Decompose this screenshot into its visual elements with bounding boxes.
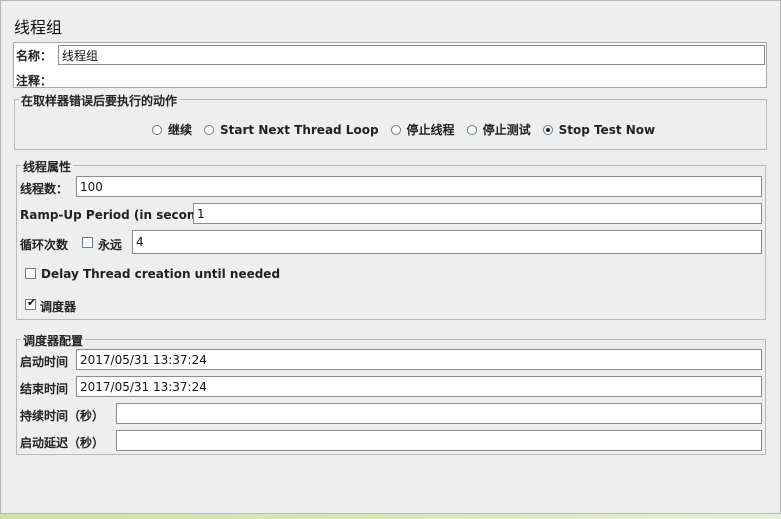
forever-checkbox[interactable] bbox=[82, 237, 93, 248]
radio-stop-test[interactable]: 停止测试 bbox=[466, 121, 531, 138]
start-time-input[interactable] bbox=[76, 349, 762, 370]
duration-label: 持续时间（秒） bbox=[20, 409, 105, 423]
radio-stop-test-now[interactable]: Stop Test Now bbox=[542, 123, 655, 137]
startup-delay-label: 启动延迟（秒） bbox=[20, 436, 105, 450]
scheduler-checkbox[interactable]: ✔ bbox=[25, 296, 37, 310]
comment-input[interactable] bbox=[58, 68, 765, 86]
radio-circle-selected bbox=[542, 124, 553, 135]
end-time-input[interactable] bbox=[76, 376, 762, 397]
page-title: 线程组 bbox=[14, 18, 63, 37]
scheduler-label: 调度器 bbox=[40, 300, 77, 314]
loop-count-input[interactable] bbox=[132, 230, 762, 254]
scheduler-config-legend: 调度器配置 bbox=[21, 332, 86, 349]
end-time-label: 结束时间 bbox=[20, 382, 69, 396]
radio-stop-thread[interactable]: 停止线程 bbox=[390, 121, 455, 138]
comment-label: 注释： bbox=[16, 74, 53, 88]
start-time-label: 启动时间 bbox=[20, 355, 69, 369]
radio-circle bbox=[152, 124, 162, 135]
checkmark-icon: ✔ bbox=[27, 296, 37, 309]
delay-thread-creation-checkbox[interactable] bbox=[25, 268, 36, 279]
radio-circle bbox=[204, 124, 215, 135]
delay-thread-creation-label: Delay Thread creation until needed bbox=[41, 267, 281, 281]
radio-circle bbox=[466, 124, 477, 135]
window-bottom-strip bbox=[0, 514, 781, 519]
duration-input[interactable] bbox=[116, 403, 762, 424]
error-action-options: 继续 Start Next Thread Loop 停止线程 停止测试 Stop… bbox=[152, 121, 667, 138]
startup-delay-input[interactable] bbox=[116, 430, 762, 451]
rampup-label: Ramp-Up Period (in seconds): bbox=[20, 208, 222, 222]
thread-properties-legend: 线程属性 bbox=[21, 158, 74, 175]
radio-start-next-thread-loop[interactable]: Start Next Thread Loop bbox=[204, 123, 379, 137]
name-input[interactable] bbox=[58, 45, 765, 65]
threads-input[interactable] bbox=[76, 176, 762, 197]
error-action-legend: 在取样器错误后要执行的动作 bbox=[19, 92, 180, 109]
loop-count-label: 循环次数 bbox=[20, 238, 69, 252]
forever-label: 永远 bbox=[98, 238, 123, 252]
name-label: 名称： bbox=[16, 49, 53, 63]
rampup-input[interactable] bbox=[193, 203, 762, 224]
radio-circle bbox=[390, 124, 401, 135]
radio-continue[interactable]: 继续 bbox=[152, 121, 192, 138]
threads-label: 线程数： bbox=[20, 182, 69, 196]
